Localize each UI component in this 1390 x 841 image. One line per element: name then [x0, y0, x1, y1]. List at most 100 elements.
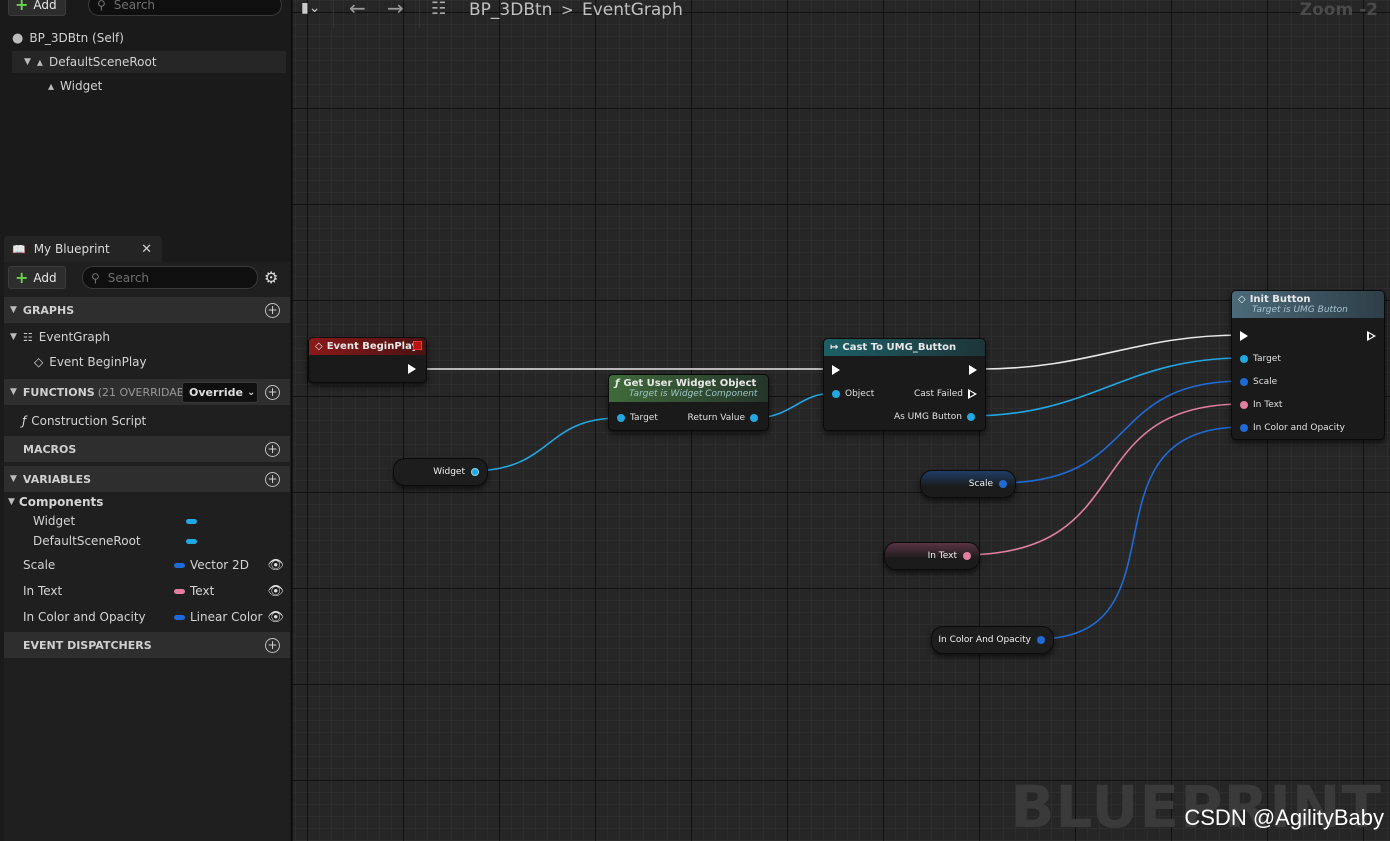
components-search-input[interactable]: ⚲ Search: [88, 0, 282, 16]
add-dispatcher-icon[interactable]: +: [265, 637, 280, 653]
variable-item-in-color-name: In Color and Opacity: [23, 610, 146, 624]
vector-pin-icon[interactable]: [999, 480, 1007, 488]
tree-item-default-scene-root[interactable]: ▼ ▴ DefaultSceneRoot: [12, 51, 286, 73]
eye-icon[interactable]: 👁: [267, 558, 284, 573]
add-variable-icon[interactable]: +: [265, 471, 280, 487]
variable-item-in-color[interactable]: In Color and Opacity Linear Color 👁: [4, 605, 290, 629]
node-var-label: In Color And Opacity: [938, 635, 1031, 645]
node-get-user-widget-object[interactable]: ƒ Get User Widget Object Target is Widget…: [608, 374, 769, 431]
text-pin-icon[interactable]: [963, 552, 971, 560]
as-umg-button-pin[interactable]: As UMG Button: [894, 412, 975, 422]
variable-item-in-text-name: In Text: [23, 584, 63, 598]
node-var-in-text[interactable]: In Text: [884, 542, 980, 570]
my-blueprint-add-label: Add: [33, 270, 57, 285]
section-variables[interactable]: ▼ VARIABLES +: [4, 466, 290, 492]
section-event-dispatchers[interactable]: EVENT DISPATCHERS +: [4, 632, 290, 658]
collapse-arrow-icon: ▼: [10, 387, 17, 397]
add-graph-icon[interactable]: +: [265, 302, 280, 318]
section-macros-label: MACROS: [23, 442, 77, 456]
section-graphs[interactable]: ▼ GRAPHS +: [4, 297, 290, 323]
my-blueprint-search-input[interactable]: ⚲ Search: [82, 266, 258, 289]
object-pin-icon: [832, 390, 840, 398]
cast-failed-pin[interactable]: Cast Failed: [914, 389, 977, 399]
exec-out-pin[interactable]: [408, 364, 416, 374]
node-title: Cast To UMG_Button: [842, 342, 957, 353]
type-pill-icon: [174, 614, 185, 620]
actor-icon: ●: [12, 30, 24, 46]
search-icon: ⚲: [97, 0, 106, 12]
variable-item-in-text-type: Text: [190, 584, 215, 598]
scale-in-pin[interactable]: Scale: [1240, 377, 1277, 387]
tab-my-blueprint[interactable]: 📖 My Blueprint ✕: [4, 236, 162, 262]
settings-gear-icon[interactable]: ⚙: [264, 268, 278, 287]
variable-item-in-text[interactable]: In Text Text 👁: [4, 579, 290, 603]
exec-in-pin[interactable]: [832, 365, 840, 375]
node-init-button[interactable]: ◇ Init Button Target is UMG Button Target…: [1231, 290, 1385, 440]
add-macro-icon[interactable]: +: [265, 441, 280, 457]
pin-label: Scale: [1253, 377, 1278, 387]
node-var-label: In Text: [927, 551, 957, 561]
tree-item-self[interactable]: ● BP_3DBtn (Self): [12, 27, 124, 49]
node-var-widget[interactable]: Widget: [393, 458, 488, 486]
target-in-pin[interactable]: Target: [617, 413, 658, 423]
variable-item-widget[interactable]: Widget: [4, 510, 290, 532]
plus-icon: +: [15, 0, 29, 14]
my-blueprint-add-button[interactable]: + Add: [8, 266, 66, 289]
node-event-beginplay[interactable]: ◇ Event BeginPlay: [308, 337, 427, 383]
eye-icon[interactable]: 👁: [267, 610, 284, 625]
target-in-pin[interactable]: Target: [1240, 354, 1281, 364]
variable-item-scale[interactable]: Scale Vector 2D 👁: [4, 553, 290, 577]
variable-item-default-scene-root[interactable]: DefaultSceneRoot: [4, 530, 290, 552]
variable-item-scale-type: Vector 2D: [190, 558, 249, 572]
node-header: ƒ Get User Widget Object Target is Widget…: [609, 375, 768, 402]
tree-item-widget-label: Widget: [60, 79, 103, 93]
pin-label: Cast Failed: [914, 389, 963, 399]
override-dropdown[interactable]: Override ⌄: [182, 382, 258, 403]
event-diamond-icon: ◇: [34, 355, 44, 369]
add-function-icon[interactable]: +: [265, 384, 280, 400]
tree-item-widget[interactable]: ▴ Widget: [48, 75, 102, 97]
event-diamond-icon: ◇: [1238, 294, 1246, 305]
color-pin-icon[interactable]: [1037, 636, 1045, 644]
in-text-pin[interactable]: In Text: [1240, 400, 1282, 410]
object-pin-icon[interactable]: [471, 468, 479, 476]
object-pin-icon: [617, 414, 625, 422]
node-title: Event BeginPlay: [326, 341, 419, 352]
exec-out-pin[interactable]: [1367, 331, 1376, 341]
function-icon: ƒ: [22, 414, 27, 428]
tree-item-default-scene-root-label: DefaultSceneRoot: [48, 55, 157, 69]
chevron-down-icon: ⌄: [246, 387, 256, 398]
close-icon[interactable]: ✕: [141, 242, 152, 257]
object-in-pin[interactable]: Object: [832, 389, 874, 399]
components-add-button[interactable]: + Add: [8, 0, 66, 16]
pin-label: Object: [845, 389, 875, 399]
left-panel: + Add ⚲ Search ● BP_3DBtn (Self) ▼ ▴ Def…: [0, 0, 292, 841]
graph-item-event-beginplay-label: Event BeginPlay: [49, 355, 147, 369]
eye-icon[interactable]: 👁: [267, 584, 284, 599]
book-icon: 📖: [12, 242, 26, 256]
node-cast-to-umg-button[interactable]: ↦ Cast To UMG_Button Object Cast Failed …: [823, 338, 986, 431]
in-color-pin[interactable]: In Color and Opacity: [1240, 423, 1345, 433]
function-item-construction-script-label: Construction Script: [31, 414, 147, 428]
tab-my-blueprint-label: My Blueprint: [33, 242, 110, 256]
collapse-arrow-icon: ▼: [10, 305, 17, 315]
graph-item-event-beginplay[interactable]: ◇ Event BeginPlay: [4, 350, 290, 374]
node-subtitle: Target is Widget Component: [629, 389, 758, 399]
graph-canvas[interactable]: ▮⌄ ← → ☷ BP_3DBtn > EventGraph Zoom -2 ◇…: [293, 0, 1390, 841]
node-subtitle: Target is UMG Button: [1252, 305, 1348, 315]
node-var-in-color[interactable]: In Color And Opacity: [931, 626, 1054, 654]
graph-icon: ☷: [22, 330, 33, 344]
exec-out-pin[interactable]: [969, 365, 977, 375]
exec-wire: [979, 334, 1244, 370]
exec-in-pin[interactable]: [1240, 331, 1248, 341]
function-item-construction-script[interactable]: ƒ Construction Script: [4, 409, 290, 433]
section-macros[interactable]: MACROS +: [4, 436, 290, 462]
function-icon: ƒ: [615, 378, 620, 389]
graph-item-eventgraph[interactable]: ▼ ☷ EventGraph: [4, 325, 290, 349]
color-pin-icon: [1240, 424, 1248, 432]
node-var-scale[interactable]: Scale: [920, 470, 1016, 498]
variable-item-widget-name: Widget: [33, 514, 76, 528]
return-value-pin[interactable]: Return Value: [688, 413, 758, 423]
object-pin-icon: [967, 413, 975, 421]
delegate-pin-icon[interactable]: [413, 341, 422, 350]
